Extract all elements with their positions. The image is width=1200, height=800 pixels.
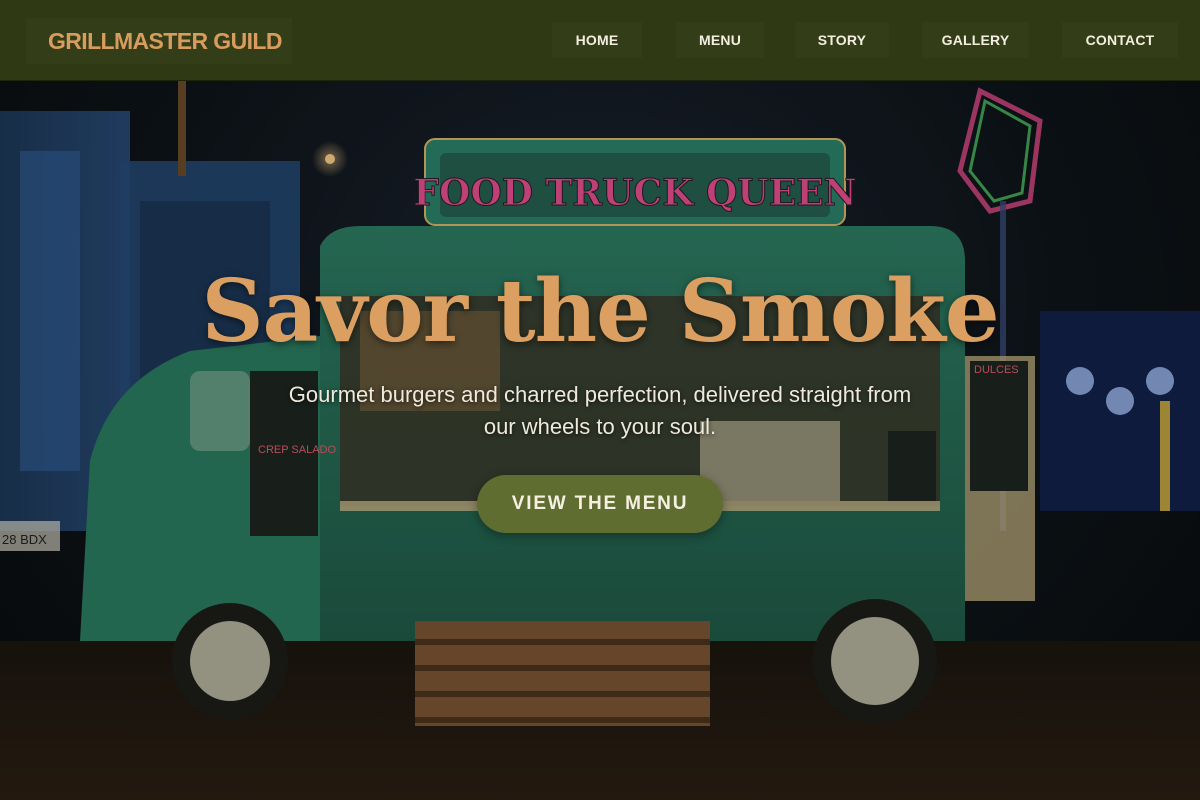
top-navbar: GRILLMASTER GUILD HOME MENU STORY GALLER… (0, 0, 1200, 81)
nav-menu-link[interactable]: MENU (676, 22, 764, 58)
hero-title: Savor the Smoke (201, 261, 999, 362)
brand-logo[interactable]: GRILLMASTER GUILD (26, 18, 292, 64)
nav-gallery-link[interactable]: GALLERY (922, 22, 1029, 58)
nav-contact-link[interactable]: CONTACT (1062, 22, 1178, 58)
hero-subtitle: Gourmet burgers and charred perfection, … (288, 382, 912, 439)
nav-home-link[interactable]: HOME (552, 22, 642, 58)
hero-section: 28 BDX FOOD TRUCK QUEEN CREP SALADO DULC… (0, 81, 1200, 800)
nav-story-link[interactable]: STORY (795, 22, 889, 58)
view-menu-button[interactable]: VIEW THE MENU (477, 475, 723, 533)
